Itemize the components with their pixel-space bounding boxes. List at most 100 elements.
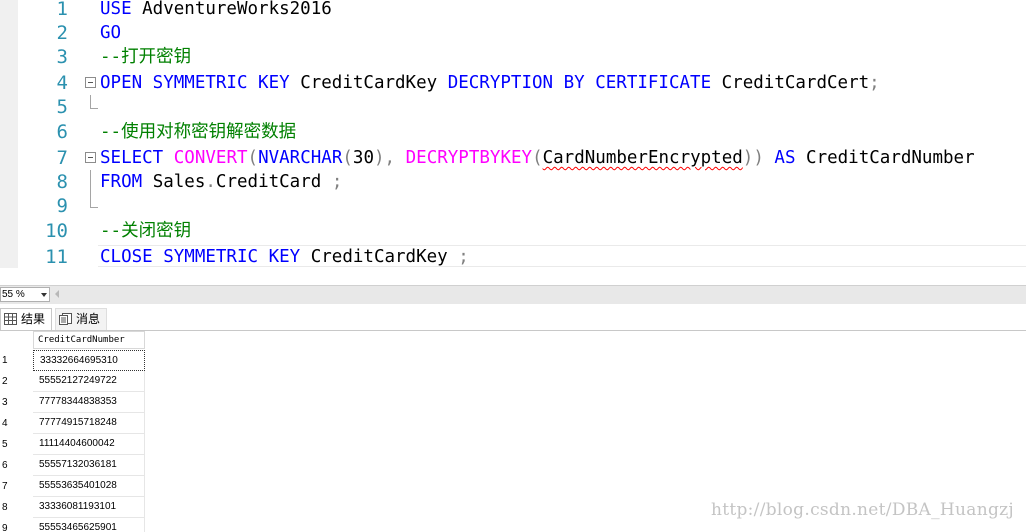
- code-line[interactable]: 7 SELECT CONVERT(NVARCHAR(30), DECRYPTBYK…: [0, 146, 1026, 170]
- code-text[interactable]: OPEN SYMMETRIC KEY CreditCardKey DECRYPT…: [100, 71, 880, 95]
- row-number[interactable]: 7: [0, 476, 33, 497]
- code-token: CreditCardNumber: [795, 148, 975, 168]
- credit-card-number-cell[interactable]: 77778344838353: [33, 392, 145, 413]
- tab-results-label: 结果: [21, 312, 46, 326]
- collapse-icon[interactable]: [85, 77, 96, 88]
- code-token: SELECT: [100, 148, 164, 168]
- credit-card-number-cell[interactable]: 55552127249722: [33, 371, 145, 392]
- grid-icon: [4, 313, 17, 325]
- code-token: CreditCardKey: [289, 73, 448, 93]
- row-number[interactable]: 9: [0, 518, 33, 532]
- line-number: 5: [56, 96, 68, 118]
- line-number: 1: [56, 0, 68, 20]
- row-number[interactable]: 1: [0, 350, 33, 371]
- code-token: ;: [869, 73, 880, 93]
- code-line[interactable]: 9: [0, 194, 1026, 218]
- table-row[interactable]: 2 55552127249722: [0, 371, 150, 392]
- credit-card-number-cell[interactable]: 55557132036181: [33, 455, 145, 476]
- table-row[interactable]: 4 77774915718248: [0, 413, 150, 434]
- code-text[interactable]: CLOSE SYMMETRIC KEY CreditCardKey ;: [100, 245, 469, 268]
- column-header[interactable]: CreditCardNumber: [33, 331, 145, 349]
- code-token: ;: [458, 247, 469, 267]
- outline-guide: [90, 170, 91, 194]
- code-text[interactable]: FROM Sales.CreditCard ;: [100, 170, 342, 194]
- collapse-icon[interactable]: [85, 152, 96, 163]
- row-number[interactable]: 6: [0, 455, 33, 476]
- row-number[interactable]: 8: [0, 497, 33, 518]
- tab-results[interactable]: 结果: [0, 308, 52, 330]
- code-text[interactable]: --关闭密钥: [100, 219, 191, 243]
- code-token: CreditCard: [215, 172, 332, 192]
- code-line[interactable]: 6 --使用对称密钥解密数据: [0, 120, 1026, 144]
- code-token: (: [247, 148, 259, 168]
- code-line[interactable]: 3 --打开密钥: [0, 45, 1026, 69]
- chevron-down-icon[interactable]: [41, 293, 47, 297]
- code-text[interactable]: SELECT CONVERT(NVARCHAR(30), DECRYPTBYKE…: [100, 146, 975, 170]
- row-number[interactable]: 3: [0, 392, 33, 413]
- code-token: DECRYPTION BY CERTIFICATE: [447, 73, 712, 93]
- code-token: GO: [100, 23, 122, 43]
- code-line[interactable]: 5: [0, 95, 1026, 119]
- results-tab-bar: 结果 消息: [0, 306, 1026, 331]
- credit-card-number-cell[interactable]: 77774915718248: [33, 413, 145, 434]
- table-row[interactable]: 3 77778344838353: [0, 392, 150, 413]
- line-number: 3: [56, 46, 68, 68]
- zoom-value: 55 %: [2, 289, 25, 300]
- code-line[interactable]: 4 OPEN SYMMETRIC KEY CreditCardKey DECRYP…: [0, 71, 1026, 95]
- credit-card-number-cell[interactable]: 55553465625901: [33, 518, 145, 532]
- code-line[interactable]: 11 CLOSE SYMMETRIC KEY CreditCardKey ;: [0, 245, 1026, 268]
- code-token: CONVERT: [173, 148, 248, 168]
- code-line[interactable]: 2 GO: [0, 21, 1026, 45]
- code-text[interactable]: --打开密钥: [100, 45, 191, 69]
- code-token: CreditCardKey: [300, 247, 459, 267]
- outline-guide-end: [90, 95, 98, 109]
- line-number: 7: [56, 147, 68, 169]
- code-line[interactable]: 10 --关闭密钥: [0, 219, 1026, 243]
- code-token: CreditCardCert: [711, 73, 870, 93]
- table-row[interactable]: 5 11114404600042: [0, 434, 150, 455]
- code-token: --打开密钥: [100, 47, 192, 67]
- code-token: Sales: [142, 172, 206, 192]
- code-token: CardNumberEncrypted: [542, 148, 743, 168]
- code-line[interactable]: 8 FROM Sales.CreditCard ;: [0, 170, 1026, 194]
- table-row[interactable]: 6 55557132036181: [0, 455, 150, 476]
- row-number[interactable]: 5: [0, 434, 33, 455]
- credit-card-number-cell[interactable]: 33336081193101: [33, 497, 145, 518]
- code-line[interactable]: 1 USE AdventureWorks2016: [0, 0, 1026, 21]
- credit-card-number-cell[interactable]: 11114404600042: [33, 434, 145, 455]
- code-token: (: [342, 148, 353, 168]
- code-token: 30: [352, 148, 374, 168]
- table-row[interactable]: 1 33332664695310: [0, 350, 150, 371]
- code-token: ),: [374, 148, 396, 168]
- credit-card-number-cell[interactable]: 55553635401028: [33, 476, 145, 497]
- line-number: 6: [56, 121, 68, 143]
- code-text[interactable]: USE AdventureWorks2016: [100, 0, 332, 21]
- code-token: --使用对称密钥解密数据: [100, 122, 297, 142]
- code-text[interactable]: --使用对称密钥解密数据: [100, 120, 296, 144]
- code-token: AdventureWorks2016: [131, 0, 332, 19]
- outline-guide-end: [90, 194, 98, 208]
- code-token: CLOSE SYMMETRIC KEY: [100, 247, 301, 267]
- watermark: http://blog.csdn.net/DBA_Huangzj: [710, 500, 1014, 520]
- credit-card-number-cell[interactable]: 33332664695310: [33, 350, 145, 371]
- code-token: AS: [774, 148, 796, 168]
- tab-messages[interactable]: 消息: [55, 308, 107, 330]
- scroll-left-icon[interactable]: [55, 290, 59, 298]
- line-number: 9: [56, 195, 68, 217]
- table-row[interactable]: 9 55553465625901: [0, 518, 150, 532]
- code-token: )): [742, 148, 764, 168]
- tab-messages-label: 消息: [76, 312, 101, 326]
- table-row[interactable]: 8 33336081193101: [0, 497, 150, 518]
- code-token: DECRYPTBYKEY: [405, 148, 533, 168]
- zoom-dropdown[interactable]: 55 %: [0, 287, 50, 302]
- code-token: OPEN SYMMETRIC KEY: [100, 73, 290, 93]
- code-token: ;: [331, 172, 343, 192]
- line-number: 11: [45, 246, 68, 268]
- code-text[interactable]: GO: [100, 21, 121, 45]
- sql-editor[interactable]: 1 USE AdventureWorks2016 2 GO 3 --打开密钥 4 OPEN S…: [0, 0, 1026, 268]
- row-number[interactable]: 2: [0, 371, 33, 392]
- table-row[interactable]: 7 55553635401028: [0, 476, 150, 497]
- row-number[interactable]: 4: [0, 413, 33, 434]
